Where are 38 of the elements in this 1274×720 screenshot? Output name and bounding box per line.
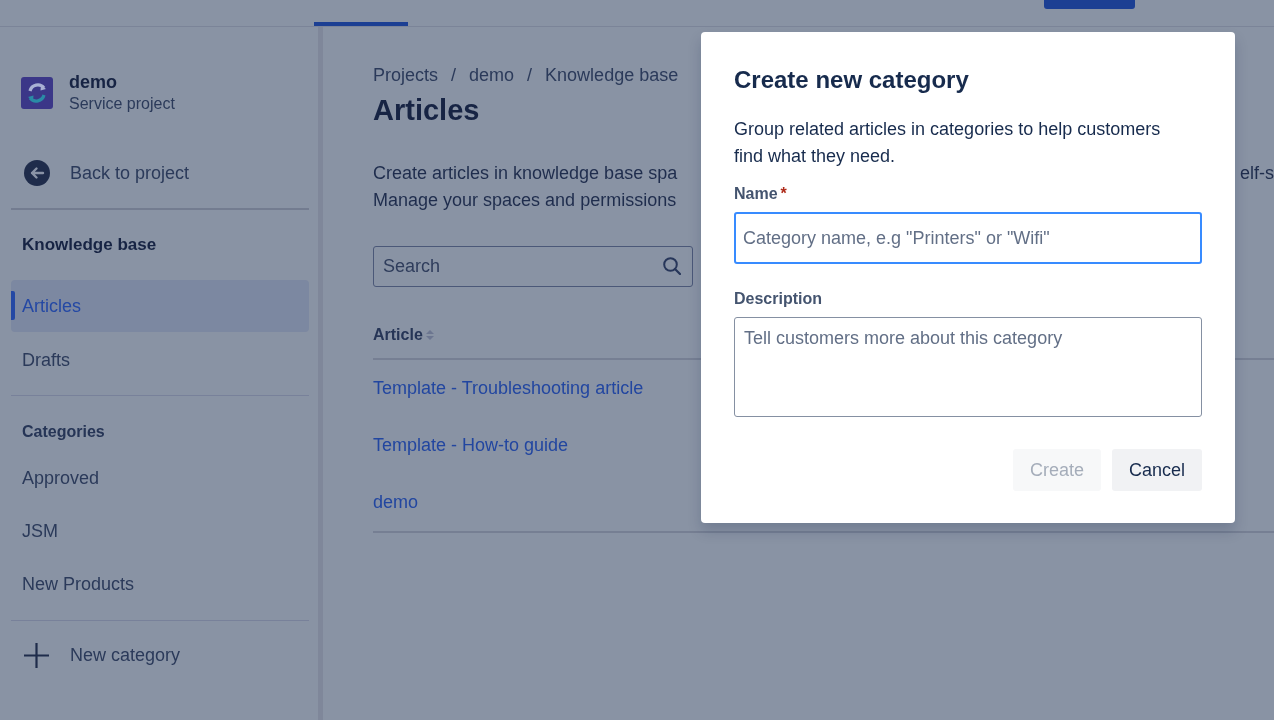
category-item[interactable]: New Products <box>11 558 309 611</box>
new-category-link[interactable]: New category <box>11 635 181 675</box>
refresh-arrows-icon <box>21 77 53 109</box>
field-label: Name <box>734 184 778 204</box>
intro-text: Manage your spaces and permissions <box>373 189 677 212</box>
categories-heading: Categories <box>21 422 105 442</box>
project-type: Service project <box>69 94 175 114</box>
breadcrumb-link[interactable]: demo <box>469 63 515 87</box>
back-link[interactable]: Back to project <box>11 153 190 193</box>
nav-button[interactable] <box>1044 0 1135 9</box>
project-name: demo <box>69 71 118 93</box>
page-title: Articles <box>373 93 480 128</box>
dialog-description: Group related articles in categories to help customers find what they need. <box>734 118 1162 168</box>
sidebar-item[interactable]: Articles <box>11 280 309 332</box>
category-item[interactable]: Approved <box>11 452 309 505</box>
required-mark: * <box>780 184 787 204</box>
intro-text: elf-s <box>1240 162 1274 185</box>
plus-icon <box>24 642 49 668</box>
article-link[interactable]: demo <box>373 492 419 513</box>
breadcrumb-separator: / <box>451 64 457 87</box>
name-field[interactable]: Category name, e.g "Printers" or "Wifi" <box>734 212 1202 264</box>
search-field[interactable]: Search <box>373 246 693 287</box>
article-link[interactable]: Template - Troubleshooting article <box>373 378 644 399</box>
intro-text: Create articles in knowledge base spa <box>373 162 678 185</box>
field-label: Description <box>734 289 822 309</box>
section-title: Knowledge base <box>21 234 157 256</box>
description-field[interactable]: Tell customers more about this category <box>734 317 1202 417</box>
article-link[interactable]: Template - How-to guide <box>373 435 569 456</box>
cancel-button[interactable]: Cancel <box>1111 449 1202 491</box>
breadcrumb-separator: / <box>527 64 533 87</box>
breadcrumb-link[interactable]: Projects <box>373 63 439 87</box>
sidebar-item[interactable]: Drafts <box>11 334 309 386</box>
category-item[interactable]: JSM <box>11 505 309 558</box>
dialog-title: Create new category <box>734 65 969 95</box>
column-header[interactable]: Article <box>373 326 434 344</box>
tab-indicator[interactable] <box>314 22 408 26</box>
breadcrumb-link[interactable]: Knowledge base <box>545 63 679 87</box>
search-icon <box>663 257 681 275</box>
